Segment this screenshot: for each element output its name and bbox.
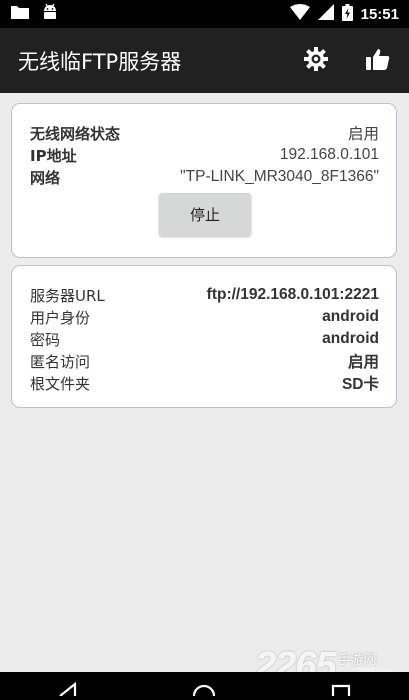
recents-square-icon (331, 681, 351, 700)
user-row: 用户身份 android (30, 306, 379, 328)
server-url-value: ftp://192.168.0.101:2221 (206, 286, 379, 303)
gear-icon (303, 46, 329, 76)
system-icons: 15:51 (289, 3, 399, 25)
server-url-row: 服务器URL ftp://192.168.0.101:2221 (30, 284, 379, 306)
settings-button[interactable] (285, 28, 347, 93)
status-bar: 15:51 (0, 0, 409, 28)
wifi-icon (289, 4, 310, 24)
navigation-bar (0, 672, 409, 700)
user-label: 用户身份 (30, 308, 91, 327)
root-folder-value: SD卡 (341, 376, 379, 393)
network-row: 网络 "TP-LINK_MR3040_8F1366" (30, 166, 379, 188)
network-value: "TP-LINK_MR3040_8F1366" (180, 168, 379, 185)
app-title: 无线临FTP服务器 (18, 49, 182, 74)
wifi-status-label: 无线网络状态 (30, 124, 121, 143)
wifi-status-value: 启用 (347, 126, 379, 143)
app-actions (285, 28, 409, 93)
home-circle-icon (192, 681, 216, 700)
home-button[interactable] (174, 672, 234, 700)
watermark-text: 手游网 (337, 653, 377, 668)
root-folder-label: 根文件夹 (30, 374, 91, 393)
notification-icons (10, 3, 58, 25)
server-url-label: 服务器URL (30, 286, 105, 305)
password-row: 密码 android (30, 328, 379, 350)
ip-address-row: IP地址 192.168.0.101 (30, 144, 379, 166)
user-value: android (322, 308, 379, 325)
stop-button[interactable]: 停止 (159, 193, 251, 236)
app-bar: 无线临FTP服务器 (0, 28, 409, 93)
signal-icon (317, 4, 334, 24)
password-label: 密码 (30, 330, 61, 349)
like-button[interactable] (347, 28, 409, 93)
anonymous-access-row: 匿名访问 启用 (30, 350, 379, 372)
wifi-status-row: 无线网络状态 启用 (30, 122, 379, 144)
ip-address-label: IP地址 (30, 146, 77, 165)
anonymous-access-label: 匿名访问 (30, 352, 91, 371)
android-icon (42, 3, 58, 25)
back-button[interactable] (38, 672, 98, 700)
anonymous-access-value: 启用 (347, 354, 379, 371)
recents-button[interactable] (311, 672, 371, 700)
battery-charging-icon (341, 3, 353, 25)
clock-time: 15:51 (360, 5, 399, 23)
folder-icon (10, 4, 30, 24)
ip-address-value: 192.168.0.101 (279, 146, 379, 163)
thumbs-up-icon (366, 48, 390, 74)
password-value: android (322, 330, 379, 347)
server-info-card: 服务器URL ftp://192.168.0.101:2221 用户身份 and… (11, 265, 397, 408)
root-folder-row: 根文件夹 SD卡 (30, 372, 379, 394)
back-triangle-icon (57, 681, 79, 700)
network-status-card: 无线网络状态 启用 IP地址 192.168.0.101 网络 "TP-LINK… (11, 103, 397, 258)
network-label: 网络 (30, 168, 61, 187)
